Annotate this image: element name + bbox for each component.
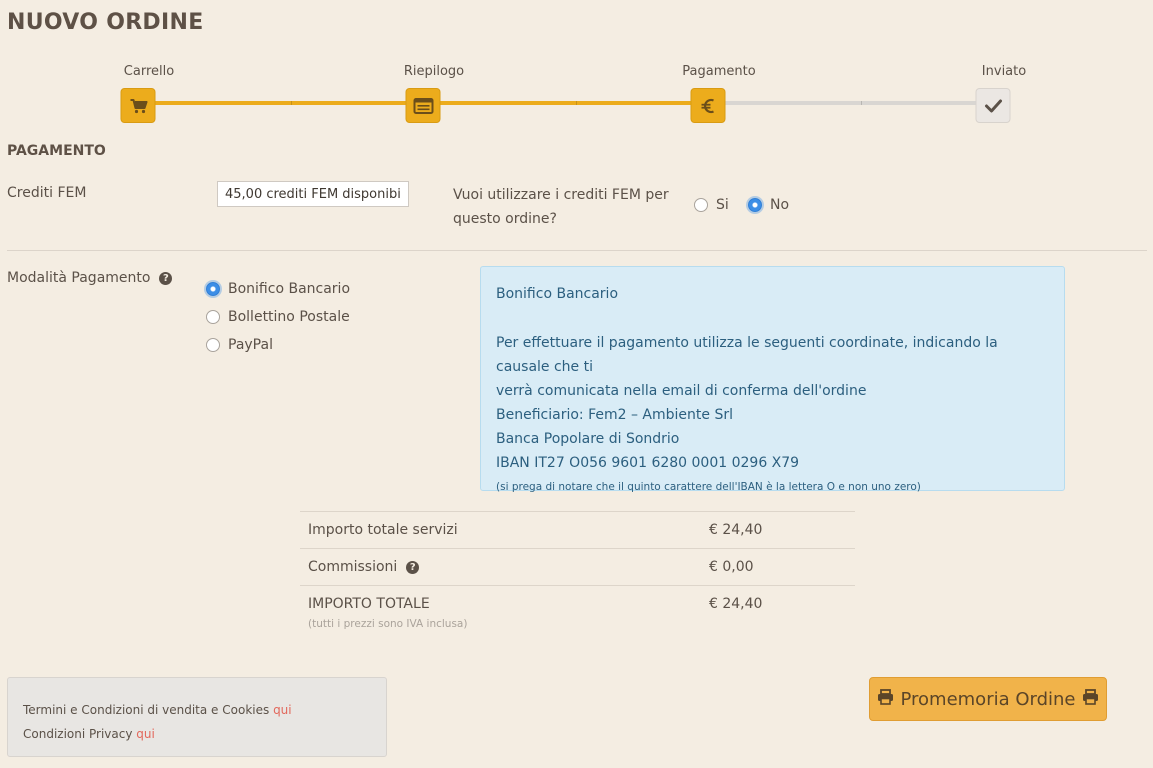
total-label: IMPORTO TOTALE: [308, 596, 430, 612]
credits-question: Vuoi utilizzare i crediti FEM per questo…: [453, 187, 669, 227]
table-row: Importo totale servizi € 24,40: [300, 511, 855, 548]
payment-option-paypal[interactable]: PayPal: [206, 337, 273, 353]
table-row: Commissioni ? € 0,00: [300, 548, 855, 585]
payment-method-label: Modalità Pagamento: [7, 270, 151, 286]
beneficiary-text: Beneficiario: Fem2 – Ambiente Srl: [496, 407, 733, 423]
summary-label: Commissioni: [308, 559, 398, 575]
printer-icon: [1082, 688, 1099, 710]
radio-si-label: Si: [716, 197, 729, 213]
credits-field[interactable]: [217, 181, 409, 207]
step-label-carrello: Carrello: [123, 64, 175, 79]
payment-option-bonifico[interactable]: Bonifico Bancario: [206, 281, 350, 297]
cart-icon: [120, 88, 156, 123]
payment-method-label-group: Modalità Pagamento ?: [7, 270, 173, 286]
iban-note: (si prega di notare che il quinto caratt…: [496, 481, 921, 493]
track-divider: [576, 101, 577, 105]
terms-line: Termini e Condizioni di vendita e Cookie…: [23, 698, 371, 722]
footer-box: Termini e Condizioni di vendita e Cookie…: [7, 677, 387, 757]
vat-note: (tutti i prezzi sono IVA inclusa): [308, 618, 468, 630]
summary-label-group: Commissioni ?: [308, 559, 420, 575]
track-divider: [291, 101, 292, 105]
bank-name-text: Banca Popolare di Sondrio: [496, 431, 680, 447]
credits-option-no[interactable]: No: [748, 197, 789, 213]
privacy-link[interactable]: qui: [136, 727, 155, 741]
credits-option-si[interactable]: Si: [694, 197, 729, 213]
table-row-total: IMPORTO TOTALE € 24,40 (tutti i prezzi s…: [300, 585, 855, 637]
credits-label: Crediti FEM: [7, 185, 87, 201]
divider: [7, 250, 1147, 251]
step-label-riepilogo: Riepilogo: [403, 64, 465, 79]
help-icon[interactable]: ?: [159, 271, 173, 285]
summary-icon: [405, 88, 441, 123]
info-box-text: Per effettuare il pagamento utilizza le …: [496, 335, 998, 375]
privacy-line: Condizioni Privacy qui: [23, 722, 371, 746]
radio-bollettino[interactable]: [206, 310, 220, 324]
payment-info-box: Bonifico Bancario Per effettuare il paga…: [480, 266, 1065, 493]
summary-value: € 0,00: [709, 559, 754, 575]
radio-paypal-label: PayPal: [228, 337, 273, 353]
payment-option-bollettino[interactable]: Bollettino Postale: [206, 309, 350, 325]
printer-icon: [877, 688, 894, 710]
page-title: NUOVO ORDINE: [7, 10, 204, 35]
radio-bollettino-label: Bollettino Postale: [228, 309, 350, 325]
step-label-pagamento: Pagamento: [682, 64, 756, 79]
summary-label: Importo totale servizi: [308, 522, 458, 538]
terms-text: Termini e Condizioni di vendita e Cookie…: [23, 703, 270, 717]
print-reminder-button[interactable]: Promemoria Ordine: [869, 677, 1107, 721]
help-icon[interactable]: ?: [406, 560, 420, 574]
radio-si[interactable]: [694, 198, 708, 212]
summary-value: € 24,40: [709, 522, 763, 538]
order-summary-table: Importo totale servizi € 24,40 Commissio…: [300, 511, 855, 637]
radio-paypal[interactable]: [206, 338, 220, 352]
total-value: € 24,40: [709, 596, 763, 612]
step-label-inviato: Inviato: [981, 64, 1027, 79]
check-icon: [975, 88, 1011, 123]
info-box-title: Bonifico Bancario: [496, 286, 619, 302]
iban-text: IBAN IT27 O056 9601 6280 0001 0296 X79: [496, 455, 800, 471]
radio-no-label: No: [770, 197, 790, 213]
euro-icon: [690, 88, 726, 123]
track-divider: [861, 101, 862, 105]
privacy-text: Condizioni Privacy: [23, 727, 133, 741]
radio-bonifico-label: Bonifico Bancario: [228, 281, 351, 297]
terms-link[interactable]: qui: [273, 703, 292, 717]
radio-no[interactable]: [748, 198, 762, 212]
section-title: PAGAMENTO: [7, 143, 106, 159]
print-button-label: Promemoria Ordine: [900, 688, 1076, 710]
info-box-text: verrà comunicata nella email di conferma…: [496, 383, 867, 399]
radio-bonifico[interactable]: [206, 282, 220, 296]
